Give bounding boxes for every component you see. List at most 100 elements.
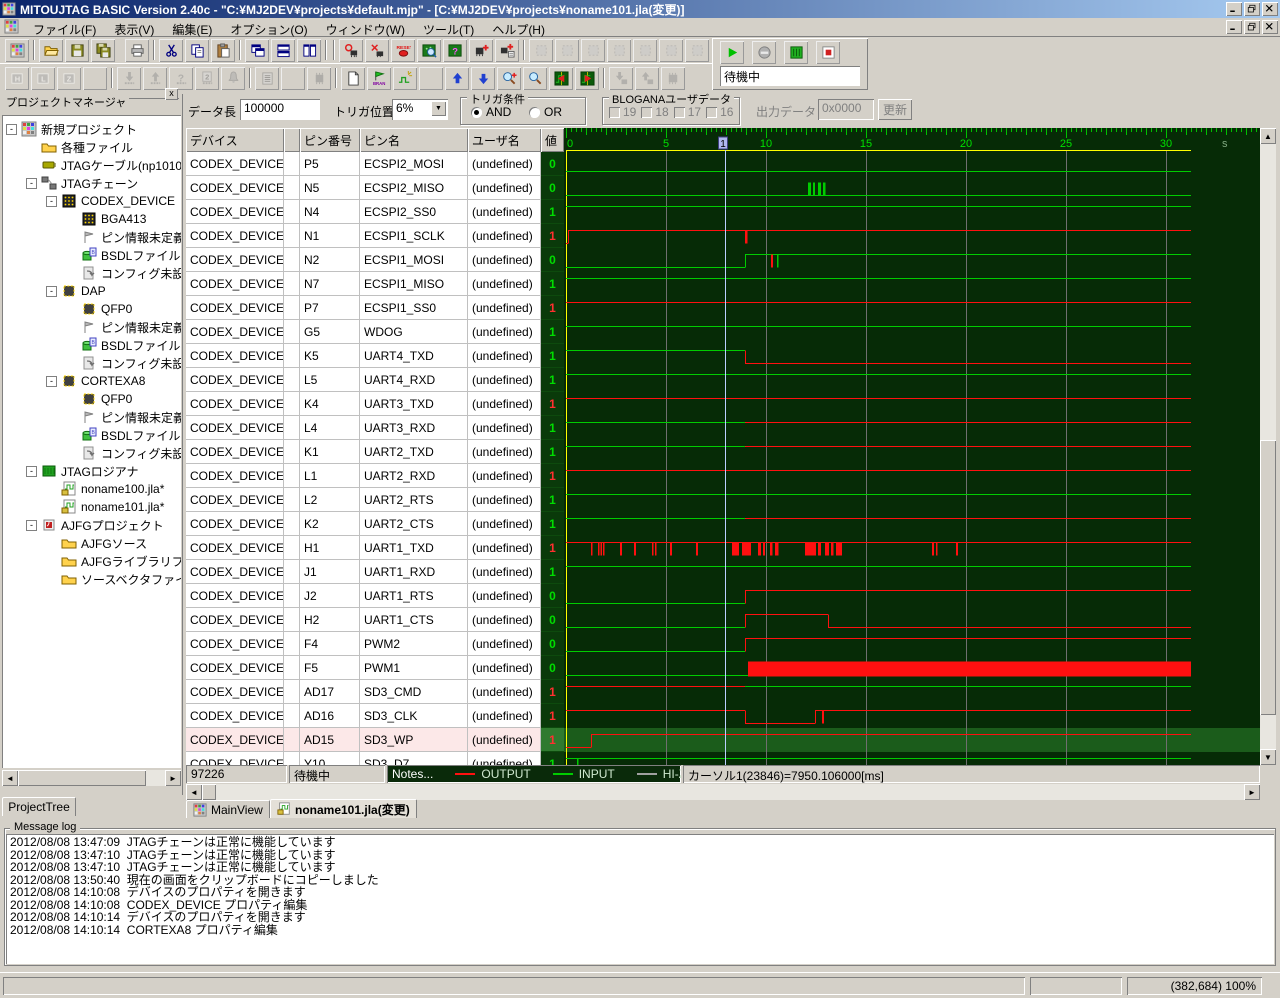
scroll-left-icon[interactable]: ◄ xyxy=(2,770,18,786)
tree-node-qfp0[interactable]: QFP0 xyxy=(2,390,181,408)
table-row-uart2_txd[interactable]: CODEX_DEVICE K1 UART2_TXD (undefined) 1 xyxy=(186,440,564,464)
scroll-right-icon[interactable]: ► xyxy=(1244,784,1260,800)
signal-up-button[interactable] xyxy=(445,66,469,90)
prev-edge-button[interactable] xyxy=(549,66,573,90)
tree-node-bsdl-[interactable]: B BSDLファイル参照 xyxy=(2,426,181,444)
child-close-button[interactable] xyxy=(1262,20,1278,34)
column-header-4[interactable]: ピン名 xyxy=(360,128,468,152)
next-edge-button[interactable] xyxy=(575,66,599,90)
restore-button[interactable] xyxy=(1244,2,1260,16)
table-row-ecspi2_miso[interactable]: CODEX_DEVICE N5 ECSPI2_MISO (undefined) 0 xyxy=(186,176,564,200)
menu-item-5[interactable]: ウィンドウ(W) xyxy=(317,19,414,37)
table-row-uart1_cts[interactable]: CODEX_DEVICE H2 UART1_CTS (undefined) 0 xyxy=(186,608,564,632)
table-row-pwm2[interactable]: CODEX_DEVICE F4 PWM2 (undefined) 0 xyxy=(186,632,564,656)
cable-detect-button[interactable] xyxy=(339,38,363,62)
tree-horizontal-scrollbar[interactable]: ◄ ► xyxy=(2,770,181,786)
column-header-2[interactable] xyxy=(284,128,300,152)
close-button[interactable] xyxy=(1262,2,1278,16)
tree-node-ajfg-[interactable]: AJFGソース xyxy=(2,534,181,552)
paste-button[interactable] xyxy=(211,38,235,62)
minimize-button[interactable] xyxy=(1226,2,1242,16)
new-waveform-button[interactable] xyxy=(341,66,365,90)
tree-node-ajfg-[interactable]: AJFGライブラリファイル xyxy=(2,552,181,570)
tree-expander-icon[interactable]: - xyxy=(6,123,17,135)
chain-check-button[interactable]: ? xyxy=(443,38,467,62)
waveform-vertical-scrollbar[interactable]: ▲ ▼ xyxy=(1260,128,1276,765)
copy-button[interactable] xyxy=(185,38,209,62)
print-button[interactable] xyxy=(125,38,149,62)
tree-node-bsdl-[interactable]: B BSDLファイル参照 xyxy=(2,336,181,354)
bran-button[interactable]: BRAN xyxy=(367,66,391,90)
table-row-uart1_txd[interactable]: CODEX_DEVICE H1 UART1_TXD (undefined) 1 xyxy=(186,536,564,560)
tree-node-noname101-jla-[interactable]: noname101.jla* xyxy=(2,498,181,516)
mdi-child-icon[interactable] xyxy=(4,19,20,35)
waveform-scroll-thumb[interactable] xyxy=(202,784,216,800)
zoom-in-button[interactable] xyxy=(497,66,521,90)
tab-mainview[interactable]: MainView xyxy=(186,800,270,818)
chain-scan-button[interactable] xyxy=(417,38,441,62)
save-button[interactable] xyxy=(65,38,89,62)
cut-button[interactable] xyxy=(159,38,183,62)
table-row-wdog[interactable]: CODEX_DEVICE G5 WDOG (undefined) 1 xyxy=(186,320,564,344)
table-row-sd3_d7[interactable]: CODEX_DEVICE Y10 SD3_D7 (undefined) 1 xyxy=(186,752,564,765)
menu-item-1[interactable]: ファイル(F) xyxy=(24,19,105,37)
scroll-right-icon[interactable]: ► xyxy=(165,770,181,786)
idle-wave-button[interactable] xyxy=(393,66,417,90)
column-header-1[interactable]: デバイス xyxy=(186,128,284,152)
tree-node-qfp0[interactable]: QFP0 xyxy=(2,300,181,318)
panel-close-icon[interactable]: x xyxy=(165,88,178,100)
table-row-sd3_wp[interactable]: CODEX_DEVICE AD15 SD3_WP (undefined) 1 xyxy=(186,728,564,752)
stop-button[interactable] xyxy=(816,41,840,64)
waveform-view[interactable]: 0 5 10 15 20 25 30 s 1 xyxy=(564,128,1260,765)
column-header-3[interactable]: ピン番号 xyxy=(300,128,360,152)
tree-node-jtag-[interactable]: - JTAGロジアナ xyxy=(2,462,181,480)
tree-node-noname100-jla-[interactable]: noname100.jla* xyxy=(2,480,181,498)
tree-expander-icon[interactable]: - xyxy=(26,519,37,531)
table-row-uart4_txd[interactable]: CODEX_DEVICE K5 UART4_TXD (undefined) 1 xyxy=(186,344,564,368)
logana-enable-button[interactable] xyxy=(784,41,808,64)
tree-node-codex-device[interactable]: - CODEX_DEVICE xyxy=(2,192,181,210)
waveform-horizontal-scrollbar[interactable]: ◄ ► xyxy=(186,784,1260,800)
table-row-ecspi1_sclk[interactable]: CODEX_DEVICE N1 ECSPI1_SCLK (undefined) 1 xyxy=(186,224,564,248)
table-row-ecspi1_ss0[interactable]: CODEX_DEVICE P7 ECSPI1_SS0 (undefined) 1 xyxy=(186,296,564,320)
tree-node--[interactable]: ピン情報未定義 xyxy=(2,228,181,246)
tree-expander-icon[interactable]: - xyxy=(26,465,37,477)
table-row-uart4_rxd[interactable]: CODEX_DEVICE L5 UART4_RXD (undefined) 1 xyxy=(186,368,564,392)
cascade-windows-button[interactable] xyxy=(245,38,269,62)
run-button[interactable] xyxy=(720,41,744,64)
zoom-out-button[interactable] xyxy=(523,66,547,90)
tile-horizontal-button[interactable] xyxy=(271,38,295,62)
tree-node-jtag-np1010-[interactable]: JTAGケーブル(np1010) xyxy=(2,156,181,174)
table-row-uart3_rxd[interactable]: CODEX_DEVICE L4 UART3_RXD (undefined) 1 xyxy=(186,416,564,440)
open-button[interactable] xyxy=(39,38,63,62)
and-radio[interactable]: AND xyxy=(471,105,511,119)
notes-label[interactable]: Notes... xyxy=(392,767,433,781)
tab-noname101-jla-[interactable]: noname101.jla(変更) xyxy=(270,799,417,818)
reset-button[interactable]: RESET xyxy=(391,38,415,62)
tree-expander-icon[interactable]: - xyxy=(26,177,37,189)
tab-project-tree[interactable]: ProjectTree xyxy=(2,797,76,816)
tree-node--[interactable]: ピン情報未定義 xyxy=(2,318,181,336)
or-radio[interactable]: OR xyxy=(529,105,562,119)
tree-node--[interactable]: コンフィグ未設定 xyxy=(2,354,181,372)
tree-node--[interactable]: コンフィグ未設定 xyxy=(2,444,181,462)
table-row-sd3_clk[interactable]: CODEX_DEVICE AD16 SD3_CLK (undefined) 1 xyxy=(186,704,564,728)
add-device-list-button[interactable] xyxy=(495,38,519,62)
waveform-vscroll-thumb[interactable] xyxy=(1260,440,1276,715)
table-row-pwm1[interactable]: CODEX_DEVICE F5 PWM1 (undefined) 0 xyxy=(186,656,564,680)
trigger-pos-select[interactable]: 6% ▼ xyxy=(392,99,448,120)
column-header-5[interactable]: ユーザ名 xyxy=(468,128,541,152)
menu-item-2[interactable]: 表示(V) xyxy=(105,19,163,37)
save-all-button[interactable] xyxy=(91,38,115,62)
project-button[interactable] xyxy=(5,38,29,62)
scroll-down-icon[interactable]: ▼ xyxy=(1260,749,1276,765)
menu-item-3[interactable]: 編集(E) xyxy=(163,19,221,37)
table-row-uart1_rts[interactable]: CODEX_DEVICE J2 UART1_RTS (undefined) 0 xyxy=(186,584,564,608)
column-header-6[interactable]: 値 xyxy=(541,128,564,152)
data-length-input[interactable]: 100000 xyxy=(240,99,320,120)
tree-expander-icon[interactable]: - xyxy=(46,285,57,297)
waveform-canvas[interactable]: 0 5 10 15 20 25 30 s 1 xyxy=(564,128,1260,765)
table-row-ecspi2_mosi[interactable]: CODEX_DEVICE P5 ECSPI2_MOSI (undefined) 0 xyxy=(186,152,564,176)
tree-node-jtag-[interactable]: - JTAGチェーン xyxy=(2,174,181,192)
menu-item-7[interactable]: ヘルプ(H) xyxy=(483,19,554,37)
